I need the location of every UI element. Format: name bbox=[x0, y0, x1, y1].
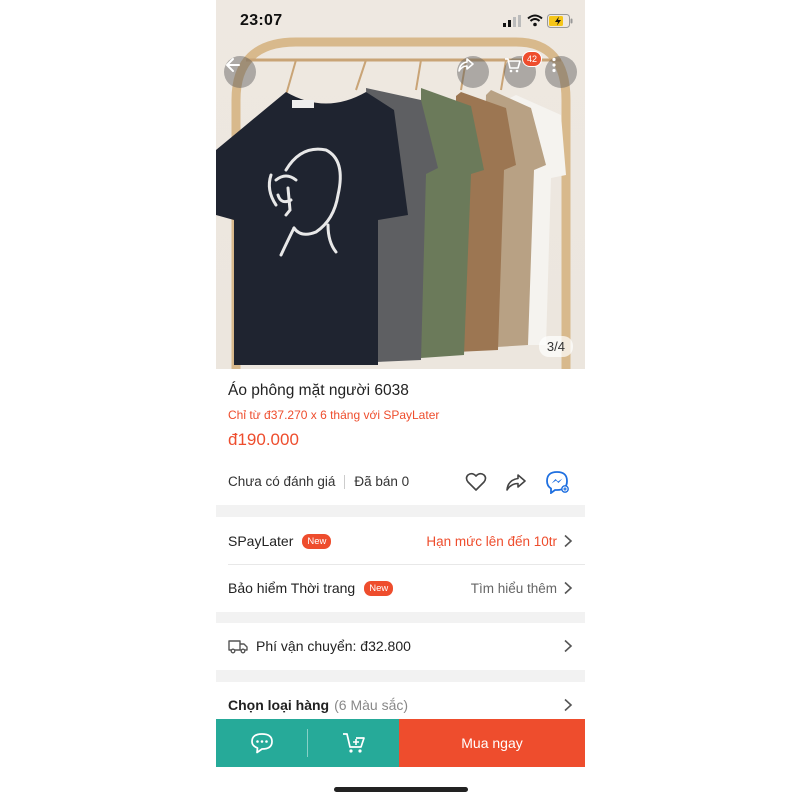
add-to-cart-button[interactable] bbox=[308, 719, 399, 767]
heart-icon[interactable] bbox=[465, 472, 487, 492]
spaylater-row[interactable]: SPayLater New Hạn mức lên đến 10tr bbox=[216, 518, 585, 564]
cart-button[interactable]: 42 bbox=[504, 51, 542, 88]
messenger-icon[interactable] bbox=[545, 470, 569, 494]
shipping-fee-text: Phí vận chuyển: đ32.800 bbox=[256, 638, 411, 654]
status-time: 23:07 bbox=[240, 12, 283, 29]
image-counter: 3/4 bbox=[538, 336, 573, 357]
spaylater-limit-text: Hạn mức lên đến 10tr bbox=[426, 533, 557, 549]
variant-chevron-group bbox=[563, 698, 573, 712]
buy-now-button[interactable]: Mua ngay bbox=[399, 719, 585, 767]
signal-icon bbox=[503, 15, 521, 27]
share-button[interactable] bbox=[457, 56, 489, 88]
chat-button[interactable] bbox=[216, 719, 307, 767]
product-price: đ190.000 bbox=[228, 430, 299, 449]
more-icon bbox=[552, 57, 556, 73]
paylater-promo[interactable]: Chỉ từ đ37.270 x 6 tháng với SPayLater bbox=[228, 408, 439, 422]
battery-icon bbox=[547, 14, 573, 28]
variant-label-group: Chọn loại hàng (6 Màu sắc) bbox=[228, 697, 408, 713]
new-badge: New bbox=[302, 533, 332, 549]
insurance-row[interactable]: Bảo hiểm Thời trang New Tìm hiểu thêm bbox=[216, 565, 585, 611]
shipping-chevron-group bbox=[563, 639, 573, 653]
rating-sold-info: Chưa có đánh giá Đã bán 0 bbox=[228, 474, 409, 489]
chat-icon bbox=[250, 733, 273, 754]
shipping-row[interactable]: Phí vận chuyển: đ32.800 bbox=[216, 623, 585, 669]
product-actions bbox=[465, 470, 569, 494]
section-gap bbox=[216, 670, 585, 682]
product-image-gallery[interactable]: 42 3/4 bbox=[216, 0, 585, 369]
section-gap bbox=[216, 505, 585, 517]
rating-text: Chưa có đánh giá bbox=[228, 474, 336, 489]
share-icon bbox=[458, 58, 474, 72]
chevron-right-icon bbox=[564, 698, 573, 712]
chevron-right-icon bbox=[564, 534, 573, 548]
sold-count: Đã bán 0 bbox=[354, 474, 410, 489]
back-button[interactable] bbox=[224, 56, 256, 88]
insurance-label: Bảo hiểm Thời trang bbox=[228, 580, 356, 596]
bottom-action-bar: Mua ngay bbox=[216, 719, 585, 767]
product-screen: 42 3/4 23:07 Áo phông mặt người 6038 Chỉ bbox=[216, 0, 585, 800]
share-icon[interactable] bbox=[505, 472, 527, 492]
spaylater-value-group: Hạn mức lên đến 10tr bbox=[426, 534, 573, 549]
cart-count-badge: 42 bbox=[522, 51, 542, 67]
truck-icon bbox=[228, 640, 248, 654]
learn-more-text: Tìm hiểu thêm bbox=[470, 580, 557, 596]
back-icon bbox=[226, 58, 240, 72]
add-to-cart-icon bbox=[342, 733, 365, 753]
spaylater-label-group: SPayLater New bbox=[228, 533, 332, 549]
insurance-label-group: Bảo hiểm Thời trang New bbox=[228, 580, 394, 596]
more-button[interactable] bbox=[545, 56, 577, 88]
product-title: Áo phông mặt người 6038 bbox=[228, 382, 409, 399]
variant-count: (6 Màu sắc) bbox=[334, 697, 409, 713]
cart-icon bbox=[505, 58, 521, 73]
variant-label: Chọn loại hàng bbox=[228, 697, 330, 713]
status-bar: 23:07 bbox=[216, 0, 585, 44]
new-badge: New bbox=[364, 580, 394, 596]
spaylater-label: SPayLater bbox=[228, 533, 294, 549]
section-gap bbox=[216, 612, 585, 623]
chevron-right-icon bbox=[564, 639, 573, 653]
insurance-value-group: Tìm hiểu thêm bbox=[471, 581, 573, 596]
home-indicator bbox=[334, 787, 468, 792]
wifi-icon bbox=[527, 14, 543, 27]
meta-divider bbox=[344, 474, 346, 489]
shipping-label-group: Phí vận chuyển: đ32.800 bbox=[228, 638, 411, 654]
chevron-right-icon bbox=[564, 581, 573, 595]
